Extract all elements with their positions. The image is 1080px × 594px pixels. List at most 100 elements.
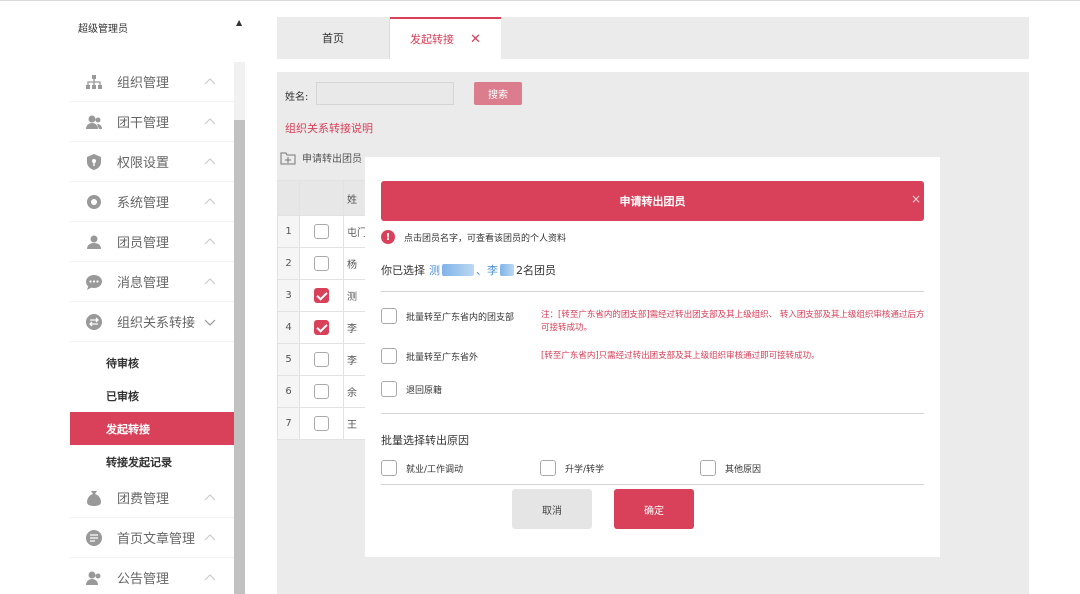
selected-members: 你已选择 测 、 李 2名团员 <box>381 262 556 278</box>
submenu-label: 已审核 <box>106 389 139 403</box>
table-row[interactable]: 3测 <box>277 279 368 312</box>
cancel-button[interactable]: 取消 <box>512 489 592 529</box>
row-checkbox[interactable] <box>314 352 329 367</box>
selected-separator: 、 <box>476 264 487 277</box>
sidebar-item-cadres[interactable]: 团干管理 <box>70 102 234 142</box>
table-header-cell <box>299 180 344 216</box>
option-label: 批量转至广东省内的团支部 <box>406 312 515 323</box>
option-note: [转至广东省内]只需经过转出团支部及其上级组织审核通过即可接转成功。 <box>541 351 820 361</box>
sidebar-item-permissions[interactable]: 权限设置 <box>70 142 234 182</box>
row-checkbox-cell <box>299 311 344 344</box>
tab-home[interactable]: 首页 <box>277 17 390 59</box>
submenu-item-pending[interactable]: 待审核 <box>70 346 234 379</box>
divider <box>381 291 924 292</box>
tab-home-label: 首页 <box>322 32 344 45</box>
modal-close-icon[interactable]: × <box>911 192 921 206</box>
selected-member-name[interactable]: 李 <box>487 262 498 278</box>
reason-study[interactable]: 升学/转学 <box>540 460 604 476</box>
users-icon <box>85 113 103 131</box>
submenu-item-reviewed[interactable]: 已审核 <box>70 379 234 412</box>
row-checkbox[interactable] <box>314 320 329 335</box>
row-index: 3 <box>277 279 300 312</box>
row-checkbox-cell <box>299 247 344 280</box>
row-name[interactable]: 李 <box>343 311 368 344</box>
table-row[interactable]: 2杨 <box>277 247 368 280</box>
user-panel: 超级管理员 <box>70 12 234 54</box>
table-row[interactable]: 1 屯门 <box>277 215 368 248</box>
option-return-origin[interactable]: 退回原籍 <box>381 381 442 397</box>
folder-icon <box>280 152 296 164</box>
row-name[interactable]: 李 <box>343 343 368 376</box>
row-checkbox[interactable] <box>314 224 329 239</box>
option-checkbox[interactable] <box>381 381 397 397</box>
row-name[interactable]: 余 <box>343 375 368 408</box>
tab-initiate-transfer[interactable]: 发起转接 ✕ <box>390 17 501 59</box>
confirm-button[interactable]: 确定 <box>614 489 694 529</box>
sidebar-item-members[interactable]: 团员管理 <box>70 222 234 262</box>
row-checkbox-cell <box>299 407 344 440</box>
apply-transfer-action[interactable]: 申请转出团员 <box>280 150 362 165</box>
row-name[interactable]: 王 <box>343 407 368 440</box>
selected-member-name[interactable]: 测 <box>429 262 440 278</box>
apply-transfer-label: 申请转出团员 <box>302 154 362 165</box>
table-row[interactable]: 7王 <box>277 407 368 440</box>
shield-icon <box>85 153 103 171</box>
chevron-up-icon <box>204 493 216 500</box>
row-index: 2 <box>277 247 300 280</box>
submenu-item-initiate-transfer[interactable]: 发起转接 <box>70 412 234 445</box>
table-row[interactable]: 5李 <box>277 343 368 376</box>
row-checkbox[interactable] <box>314 256 329 271</box>
table-row[interactable]: 4李 <box>277 311 368 344</box>
sidebar-item-notices[interactable]: 公告管理 <box>70 558 234 594</box>
chevron-up-icon <box>204 157 216 164</box>
scroll-up-arrow-icon[interactable]: ▲ <box>236 18 242 27</box>
row-name[interactable]: 杨 <box>343 247 368 280</box>
reason-checkbox[interactable] <box>700 460 716 476</box>
chevron-up-icon <box>204 573 216 580</box>
search-input[interactable] <box>316 82 454 105</box>
row-name[interactable]: 测 <box>343 279 368 312</box>
table-header-name: 姓 <box>343 180 368 216</box>
submenu-item-transfer-records[interactable]: 转接发起记录 <box>70 445 234 478</box>
user-name: 超级管理员 <box>78 24 128 35</box>
sidebar-item-label: 消息管理 <box>117 276 170 291</box>
option-in-province[interactable]: 批量转至广东省内的团支部 <box>381 308 514 324</box>
sidebar-item-label: 团员管理 <box>117 236 170 251</box>
sidebar-scroll-track[interactable] <box>234 62 245 120</box>
search-button[interactable]: 搜索 <box>474 82 522 105</box>
transfer-explanation-link[interactable]: 组织关系转接说明 <box>285 120 373 136</box>
sidebar-scrollbar[interactable] <box>234 120 245 594</box>
users-icon <box>85 569 103 587</box>
row-checkbox[interactable] <box>314 384 329 399</box>
reason-checkbox[interactable] <box>381 460 397 476</box>
sidebar-item-system[interactable]: 系统管理 <box>70 182 234 222</box>
option-checkbox[interactable] <box>381 308 397 324</box>
sidebar: 组织管理 团干管理 权限设置 系统管理 团员管理 消息管理 组织关系转接 待审核… <box>70 62 234 594</box>
group-icon <box>85 233 103 251</box>
sidebar-item-articles[interactable]: 首页文章管理 <box>70 518 234 558</box>
reason-checkbox[interactable] <box>540 460 556 476</box>
reason-label: 就业/工作调动 <box>406 464 464 475</box>
tab-active-label: 发起转接 <box>410 33 455 46</box>
row-index: 4 <box>277 311 300 344</box>
divider <box>381 484 924 485</box>
reason-other[interactable]: 其他原因 <box>700 460 761 476</box>
row-checkbox[interactable] <box>314 288 329 303</box>
row-checkbox-cell <box>299 279 344 312</box>
modal-tip-text: 点击团员名字，可查看该团员的个人资料 <box>404 233 567 244</box>
sidebar-item-org[interactable]: 组织管理 <box>70 62 234 102</box>
close-icon[interactable]: ✕ <box>470 32 481 47</box>
table-header-row: 姓 <box>277 180 368 216</box>
modal-tip: ! 点击团员名字，可查看该团员的个人资料 <box>381 230 566 244</box>
row-name[interactable]: 屯门 <box>343 215 368 248</box>
reason-employment[interactable]: 就业/工作调动 <box>381 460 463 476</box>
row-checkbox[interactable] <box>314 416 329 431</box>
sidebar-item-messages[interactable]: 消息管理 <box>70 262 234 302</box>
reason-section-title: 批量选择转出原因 <box>381 434 469 447</box>
modal-title: 申请转出团员 <box>381 181 924 221</box>
sidebar-item-transfer[interactable]: 组织关系转接 <box>70 302 234 342</box>
table-row[interactable]: 6余 <box>277 375 368 408</box>
option-checkbox[interactable] <box>381 348 397 364</box>
option-out-province[interactable]: 批量转至广东省外 <box>381 348 478 364</box>
sidebar-item-fees[interactable]: 团费管理 <box>70 478 234 518</box>
